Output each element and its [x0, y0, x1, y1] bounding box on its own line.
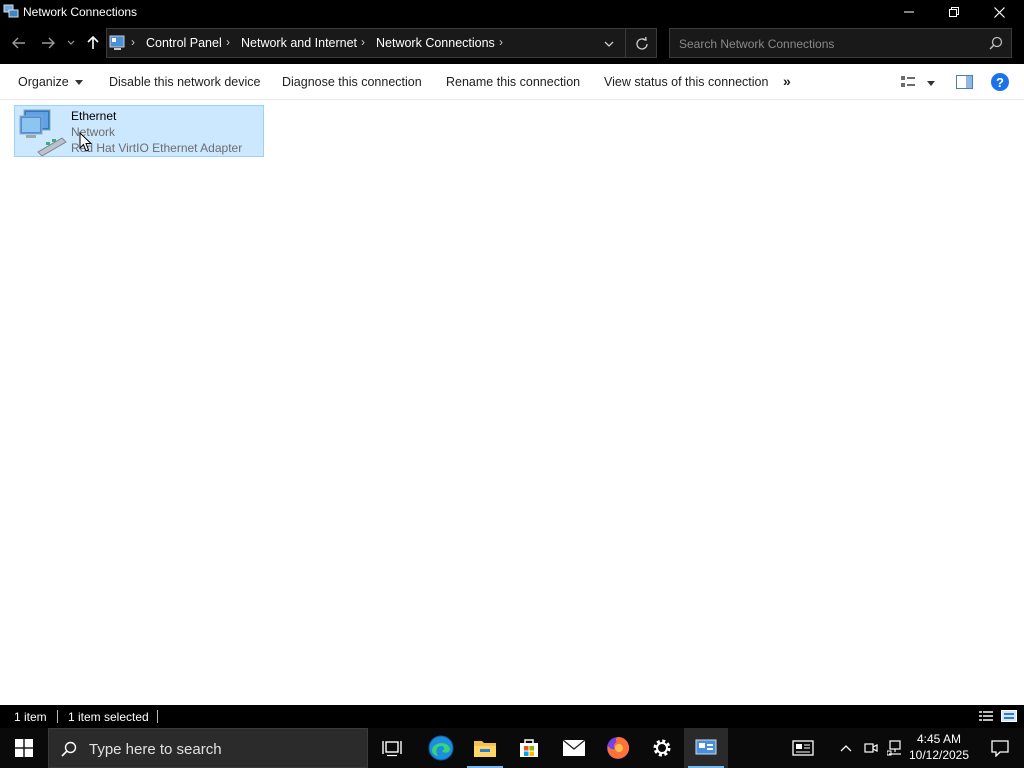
chevron-up-icon — [840, 745, 852, 752]
windows-logo-icon — [15, 739, 33, 757]
network-icon — [887, 740, 901, 756]
taskbar-mail[interactable] — [552, 728, 596, 768]
diagnose-connection-button[interactable]: Diagnose this connection — [282, 75, 422, 89]
preview-pane-icon[interactable] — [956, 75, 973, 89]
item-device: Red Hat VirtIO Ethernet Adapter — [71, 141, 243, 155]
breadcrumb-separator: › — [226, 35, 230, 49]
window-title: Network Connections — [23, 5, 138, 19]
item-status: Network — [71, 125, 116, 139]
clock-time: 4:45 AM — [916, 732, 962, 746]
control-panel-icon — [695, 739, 717, 755]
status-separator — [57, 710, 58, 723]
refresh-icon[interactable] — [633, 35, 651, 53]
minimize-button[interactable] — [886, 0, 932, 24]
task-view-icon — [382, 741, 402, 757]
list-item-ethernet[interactable]: Ethernet Network Red Hat VirtIO Ethernet… — [14, 105, 264, 157]
control-panel-icon — [109, 35, 125, 50]
close-button[interactable] — [976, 0, 1022, 24]
show-hidden-icons-button[interactable] — [836, 728, 856, 768]
breadcrumb-separator: › — [131, 35, 135, 49]
address-row: › Control Panel › Network and Internet ›… — [0, 24, 1024, 64]
forward-button[interactable] — [37, 32, 59, 54]
task-view-button[interactable] — [370, 728, 414, 768]
caret-down-icon — [74, 80, 83, 86]
breadcrumb-network-and-internet[interactable]: Network and Internet — [241, 36, 357, 50]
title-bar: Network Connections — [0, 0, 1024, 24]
status-bar: 1 item 1 item selected — [0, 705, 1024, 728]
back-button[interactable] — [8, 32, 30, 54]
taskbar-search-input[interactable]: Type here to search — [48, 728, 368, 768]
settings-icon — [653, 739, 671, 757]
breadcrumb-network-connections[interactable]: Network Connections — [376, 36, 495, 50]
clock[interactable]: 4:45 AM 10/12/2025 — [906, 731, 972, 763]
mail-icon — [562, 739, 586, 756]
breadcrumb-control-panel[interactable]: Control Panel — [146, 36, 222, 50]
connections-list: Ethernet Network Red Hat VirtIO Ethernet… — [0, 100, 1024, 705]
breadcrumb-separator[interactable]: › — [499, 35, 503, 49]
rename-connection-button[interactable]: Rename this connection — [446, 75, 580, 89]
restore-button[interactable] — [931, 0, 977, 24]
mouse-cursor-icon — [79, 132, 93, 152]
store-icon — [520, 739, 538, 757]
taskbar-edge[interactable] — [419, 728, 463, 768]
close-icon — [993, 6, 1005, 18]
item-count: 1 item — [14, 710, 47, 724]
breadcrumb-separator: › — [361, 35, 365, 49]
firefox-icon — [607, 737, 630, 759]
notifications-button[interactable] — [980, 728, 1020, 768]
news-icon — [792, 740, 814, 756]
notification-icon — [991, 740, 1009, 757]
taskbar: Type here to search 4:45 AM 10/12/2025 — [0, 728, 1024, 768]
taskbar-search-placeholder: Type here to search — [89, 741, 222, 758]
search-icon — [989, 36, 1003, 50]
arrow-right-icon — [42, 37, 55, 49]
taskbar-settings[interactable] — [640, 728, 684, 768]
more-commands-button[interactable]: » — [783, 73, 791, 89]
restore-icon — [949, 7, 959, 17]
network-connections-app-icon — [3, 4, 19, 18]
arrow-left-icon — [12, 37, 25, 49]
taskbar-store[interactable] — [507, 728, 551, 768]
minimize-icon — [904, 11, 914, 13]
taskbar-control-panel[interactable] — [684, 728, 728, 768]
selected-count: 1 item selected — [68, 710, 149, 724]
search-icon — [61, 741, 77, 757]
network-adapter-icon — [19, 109, 67, 156]
tiles-view-icon[interactable] — [1001, 710, 1017, 722]
recent-locations-button[interactable] — [62, 32, 80, 54]
tray-meet-button[interactable] — [861, 728, 881, 768]
news-widget-button[interactable] — [786, 728, 820, 768]
tray-network-button[interactable] — [884, 728, 906, 768]
arrow-up-icon — [87, 36, 99, 49]
taskbar-firefox[interactable] — [596, 728, 640, 768]
up-button[interactable] — [82, 32, 104, 54]
disable-device-button[interactable]: Disable this network device — [109, 75, 260, 89]
start-button[interactable] — [0, 728, 48, 768]
status-separator — [157, 710, 158, 723]
organize-menu[interactable]: Organize — [18, 75, 83, 89]
help-button[interactable]: ? — [991, 73, 1009, 91]
item-name: Ethernet — [71, 109, 117, 123]
address-divider — [625, 29, 626, 57]
chevron-down-icon — [67, 40, 75, 45]
camera-icon — [864, 743, 878, 753]
taskbar-file-explorer[interactable] — [463, 728, 507, 768]
change-view-icon[interactable] — [900, 74, 916, 90]
file-explorer-icon — [474, 741, 496, 757]
address-bar[interactable]: › Control Panel › Network and Internet ›… — [106, 28, 657, 58]
clock-date: 10/12/2025 — [908, 748, 970, 762]
command-bar: Organize Disable this network device Dia… — [0, 64, 1024, 100]
search-input[interactable]: Search Network Connections — [669, 28, 1012, 58]
edge-icon — [428, 735, 454, 761]
search-placeholder: Search Network Connections — [679, 37, 835, 51]
organize-label: Organize — [18, 75, 69, 89]
view-status-button[interactable]: View status of this connection — [604, 75, 768, 89]
view-options-caret-icon[interactable] — [927, 81, 935, 86]
details-view-icon[interactable] — [979, 710, 993, 722]
address-history-chevron-icon[interactable] — [601, 36, 617, 52]
